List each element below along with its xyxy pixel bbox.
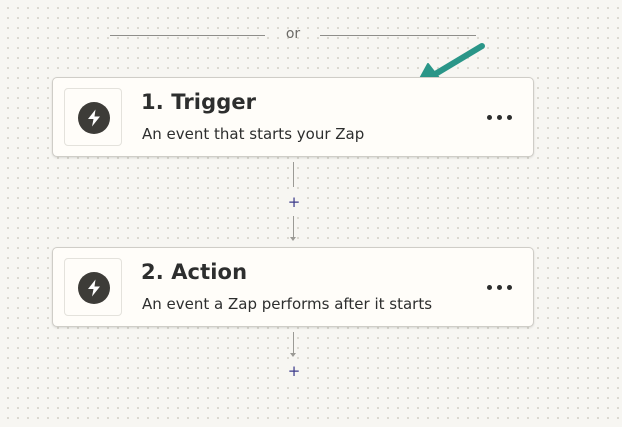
connector-line [293,332,294,355]
add-step-button[interactable]: + [284,362,304,380]
add-step-button[interactable]: + [284,193,304,211]
connector-line [293,216,294,237]
connector-arrowhead [290,237,296,241]
or-divider-label: or [285,26,301,42]
divider-line-left [110,35,265,36]
lightning-bolt-icon [78,272,110,304]
action-step-title: 2. Action [141,260,248,284]
connector-arrowhead [290,353,296,357]
action-step-card[interactable]: 2. Action An event a Zap performs after … [52,247,534,327]
connector-line [293,162,294,187]
trigger-app-icon-box [64,88,122,146]
lightning-bolt-icon [78,102,110,134]
action-step-description: An event a Zap performs after it starts [142,295,433,313]
trigger-step-title: 1. Trigger [141,90,257,114]
action-more-options-icon[interactable] [487,284,513,292]
trigger-step-description: An event that starts your Zap [142,125,365,143]
action-app-icon-box [64,258,122,316]
trigger-more-options-icon[interactable] [487,114,513,122]
divider-line-right [320,35,476,36]
trigger-step-card[interactable]: 1. Trigger An event that starts your Zap [52,77,534,157]
